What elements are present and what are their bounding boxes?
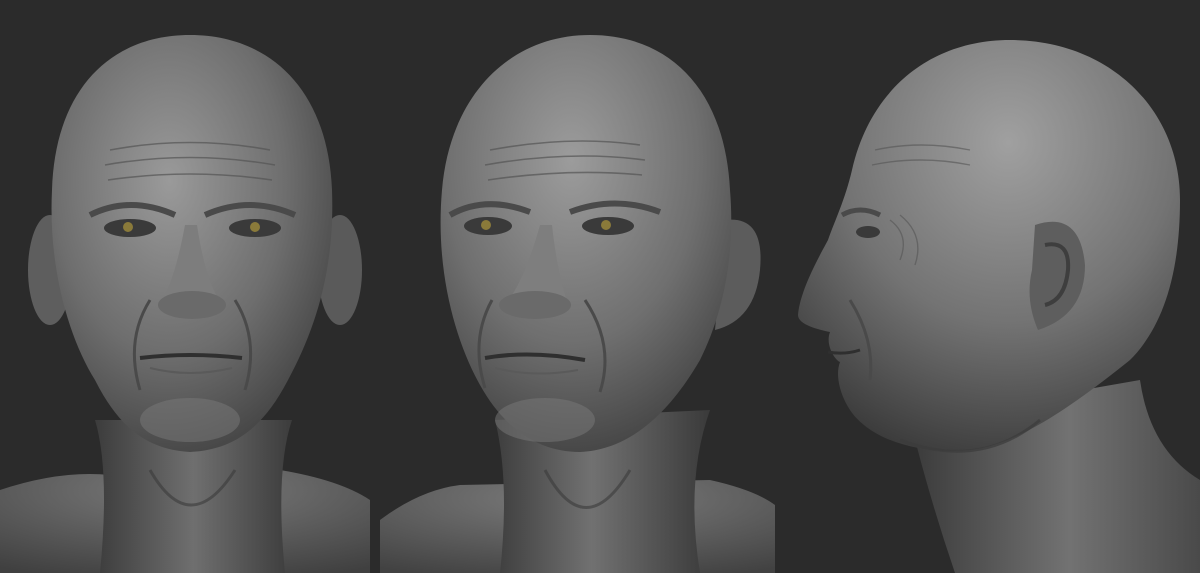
profile-view-head [780, 0, 1200, 573]
profile-view-head-icon [798, 40, 1200, 573]
front-view-head [0, 0, 380, 573]
front-view-head-icon [0, 35, 370, 573]
sculpt-turnaround-canvas [0, 0, 1200, 573]
three-quarter-view-head-icon [380, 35, 775, 573]
three-quarter-view-head [380, 0, 780, 573]
